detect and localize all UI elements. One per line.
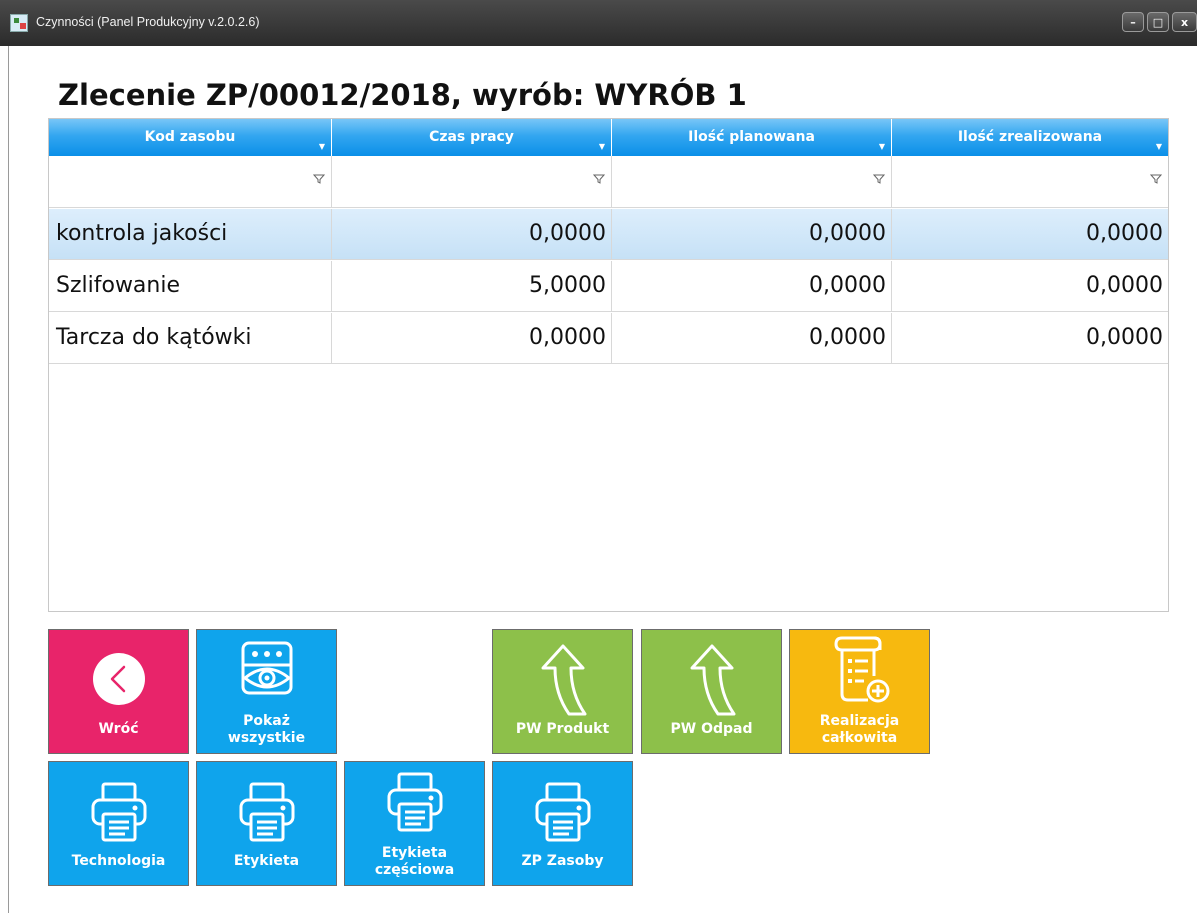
cell-ilosc-zrealizowana: 0,0000: [1086, 273, 1163, 298]
window-titlebar: Czynności (Panel Produkcyjny v.2.0.2.6) …: [0, 0, 1197, 46]
zp-resources-label: ZP Zasoby: [521, 853, 604, 869]
filter-row: [49, 156, 1168, 208]
grid-header: Kod zasobu ▼ Czas pracy ▼ Ilość planowan…: [49, 119, 1168, 156]
curved-arrow-up-icon: [541, 644, 586, 716]
column-header-ilosc-planowana[interactable]: Ilość planowana ▼: [612, 119, 892, 156]
minimize-button[interactable]: –: [1122, 12, 1144, 32]
filter-icon[interactable]: [1150, 173, 1162, 185]
table-row[interactable]: Szlifowanie 5,0000 0,0000 0,0000: [49, 261, 1168, 312]
cell-czas-pracy: 5,0000: [332, 261, 612, 312]
label-label: Etykieta: [233, 853, 300, 869]
close-button[interactable]: x: [1172, 12, 1197, 32]
filter-cell[interactable]: [892, 156, 1168, 208]
pw-product-label: PW Produkt: [515, 721, 610, 737]
window-left-border: [0, 46, 9, 913]
back-button[interactable]: Wróć: [48, 629, 189, 754]
filter-cell[interactable]: [612, 156, 892, 208]
back-label: Wróć: [98, 721, 139, 737]
filter-icon[interactable]: [313, 173, 325, 185]
cell-ilosc-planowana: 0,0000: [612, 313, 892, 364]
full-realization-button[interactable]: Realizacja całkowita: [789, 629, 930, 754]
curved-arrow-up-icon: [690, 644, 735, 716]
column-header-label: Czas pracy: [429, 129, 514, 145]
cell-kod-zasobu: Szlifowanie: [49, 261, 332, 312]
technology-label: Technologia: [71, 853, 166, 869]
show-all-label: Pokaż wszystkie: [197, 713, 336, 747]
label-button[interactable]: Etykieta: [196, 761, 337, 886]
cell-kod-zasobu: kontrola jakości: [49, 209, 332, 260]
partial-label-line2: częściowa: [374, 862, 455, 878]
show-all-button[interactable]: Pokaż wszystkie: [196, 629, 337, 754]
cell-ilosc-planowana: 0,0000: [612, 261, 892, 312]
table-row[interactable]: Tarcza do kątówki 0,0000 0,0000 0,0000: [49, 313, 1168, 364]
printer-icon: [535, 782, 590, 842]
cell-ilosc-zrealizowana: 0,0000: [1086, 221, 1163, 246]
printer-icon: [239, 782, 294, 842]
cell-czas-pracy: 0,0000: [332, 313, 612, 364]
window-title: Czynności (Panel Produkcyjny v.2.0.2.6): [36, 15, 260, 29]
cell-kod-zasobu: Tarcza do kątówki: [49, 313, 332, 364]
partial-label-line1: Etykieta: [381, 845, 448, 861]
zp-resources-button[interactable]: ZP Zasoby: [492, 761, 633, 886]
full-realization-label: Realizacja całkowita: [790, 713, 929, 747]
filter-cell[interactable]: [332, 156, 612, 208]
filter-cell[interactable]: [49, 156, 332, 208]
document-add-icon: [834, 636, 889, 703]
cell-ilosc-planowana: 0,0000: [612, 209, 892, 260]
partial-label-button[interactable]: Etykieta częściowa: [344, 761, 485, 886]
page-title: Zlecenie ZP/00012/2018, wyrób: WYRÓB 1: [58, 78, 747, 112]
full-realization-label-line1: Realizacja: [819, 713, 900, 729]
table-row[interactable]: kontrola jakości 0,0000 0,0000 0,0000: [49, 209, 1168, 260]
pw-waste-label: PW Odpad: [670, 721, 753, 737]
resources-grid: Kod zasobu ▼ Czas pracy ▼ Ilość planowan…: [48, 118, 1169, 612]
show-all-label-line1: Pokaż: [243, 713, 290, 729]
pw-product-button[interactable]: PW Produkt: [492, 629, 633, 754]
app-icon: [10, 14, 28, 32]
partial-label-label: Etykieta częściowa: [345, 845, 484, 879]
pw-waste-button[interactable]: PW Odpad: [641, 629, 782, 754]
chevron-left-icon: [92, 653, 145, 705]
technology-button[interactable]: Technologia: [48, 761, 189, 886]
maximize-button[interactable]: □: [1147, 12, 1169, 32]
printer-icon: [387, 772, 442, 832]
column-header-ilosc-zrealizowana[interactable]: Ilość zrealizowana ▼: [892, 119, 1168, 156]
column-header-czas-pracy[interactable]: Czas pracy ▼: [332, 119, 612, 156]
printer-icon: [91, 782, 146, 842]
full-realization-label-line2: całkowita: [821, 730, 898, 746]
cell-ilosc-zrealizowana: 0,0000: [1086, 325, 1163, 350]
column-header-label: Ilość zrealizowana: [957, 129, 1103, 145]
column-header-label: Kod zasobu: [144, 129, 236, 145]
filter-icon[interactable]: [873, 173, 885, 185]
column-header-label: Ilość planowana: [688, 129, 815, 145]
show-all-label-line2: wszystkie: [227, 730, 306, 746]
cell-czas-pracy: 0,0000: [332, 209, 612, 260]
filter-icon[interactable]: [593, 173, 605, 185]
column-header-kod-zasobu[interactable]: Kod zasobu ▼: [49, 119, 332, 156]
eye-icon: [241, 641, 292, 695]
